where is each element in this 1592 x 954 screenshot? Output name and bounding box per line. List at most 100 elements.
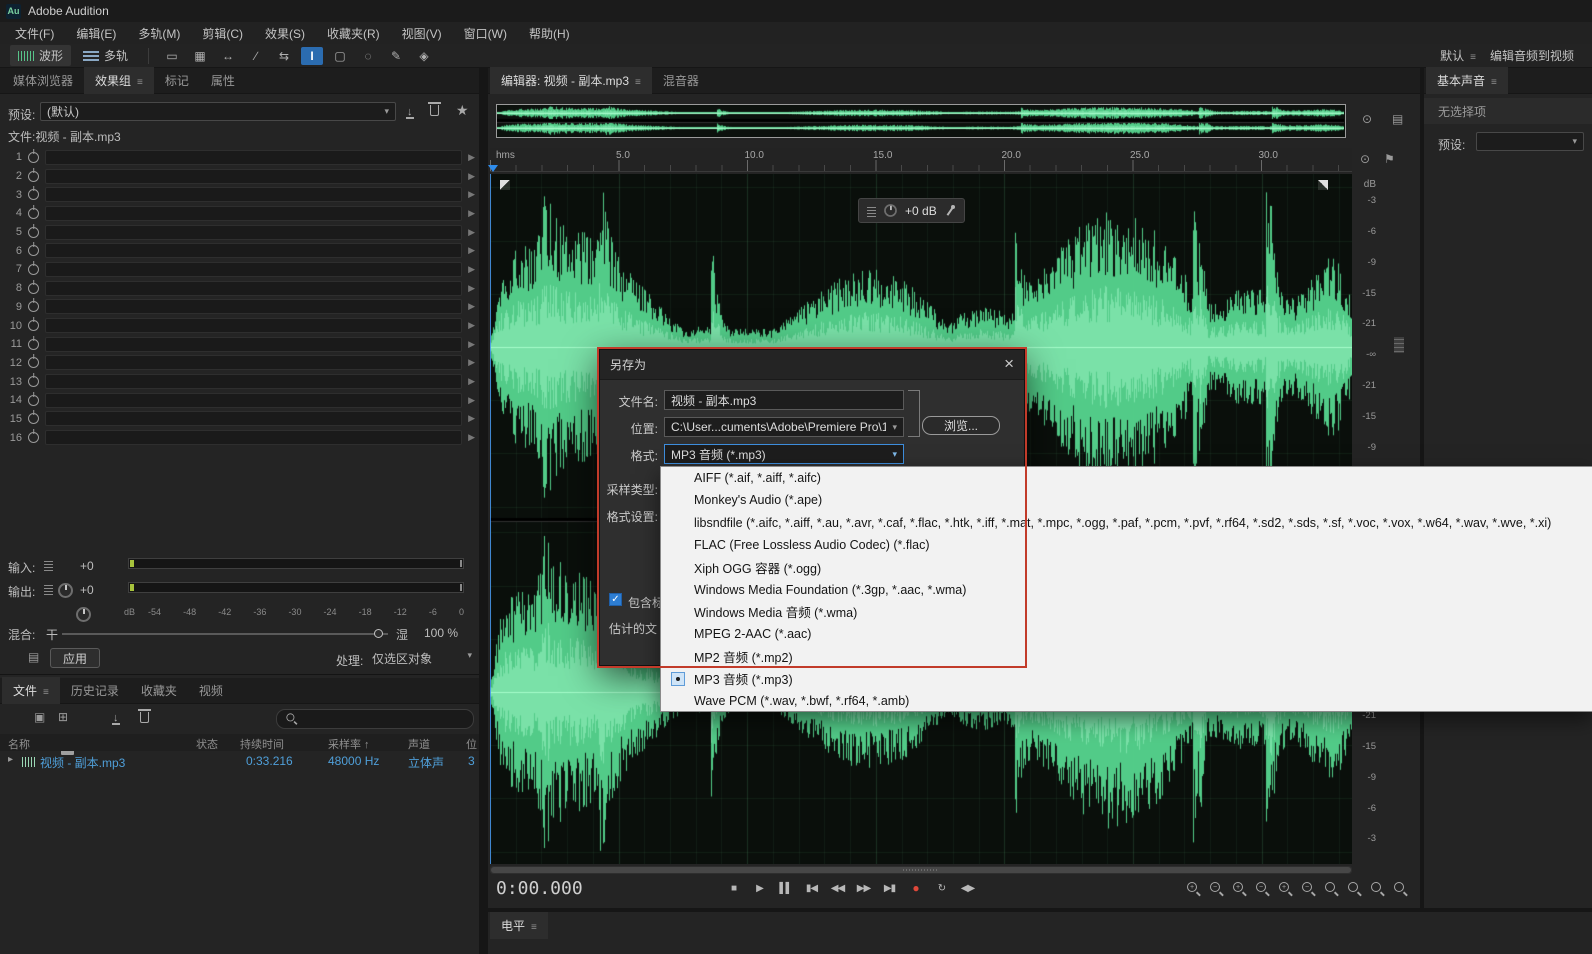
format-select[interactable]: MP3 音频 (*.mp3)▾ bbox=[664, 444, 904, 464]
rack-slot-field[interactable] bbox=[45, 169, 462, 184]
mix-slider-handle[interactable] bbox=[374, 629, 383, 638]
record-button[interactable]: ● bbox=[904, 878, 927, 898]
slot-arrow-icon[interactable]: ▶ bbox=[468, 432, 475, 443]
rack-slot-field[interactable] bbox=[45, 262, 462, 277]
power-icon[interactable] bbox=[28, 152, 39, 163]
menu-item[interactable]: 帮助(H) bbox=[518, 22, 581, 45]
razor-tool[interactable]: ∕ bbox=[245, 47, 267, 65]
tab-media-browser[interactable]: 媒体浏览器 bbox=[2, 67, 84, 94]
tab-levels[interactable]: 电平≡ bbox=[490, 912, 548, 939]
spot-healing-brush-tool[interactable]: ◈ bbox=[413, 47, 435, 65]
tab-effects-rack[interactable]: 效果组≡ bbox=[84, 67, 154, 94]
zoom-in-time-button[interactable]: + bbox=[1233, 882, 1247, 896]
tab-essential-sound[interactable]: 基本声音≡ bbox=[1426, 67, 1508, 94]
format-option[interactable]: Monkey's Audio (*.ape) bbox=[661, 489, 1592, 511]
slot-arrow-icon[interactable]: ▶ bbox=[468, 264, 475, 275]
menu-item[interactable]: 多轨(M) bbox=[127, 22, 191, 45]
column-header-channels[interactable]: 声道 bbox=[408, 736, 430, 752]
rack-slot[interactable]: 5 ▶ bbox=[0, 223, 479, 242]
rack-slot-field[interactable] bbox=[45, 187, 462, 202]
input-gain-knob[interactable] bbox=[58, 583, 73, 598]
workspace-menu-icon[interactable]: ≡ bbox=[1470, 52, 1476, 63]
rack-slot[interactable]: 8 ▶ bbox=[0, 279, 479, 298]
workspace-switcher[interactable]: 默认≡ bbox=[1440, 47, 1476, 64]
rack-slot-field[interactable] bbox=[45, 281, 462, 296]
mix-slider-track[interactable] bbox=[62, 633, 388, 635]
output-gain-knob[interactable] bbox=[76, 607, 91, 622]
slot-arrow-icon[interactable]: ▶ bbox=[468, 152, 475, 163]
slot-arrow-icon[interactable]: ▶ bbox=[468, 227, 475, 238]
save-preset-icon[interactable]: ↓ bbox=[406, 104, 414, 119]
zoom-selection-left-button[interactable] bbox=[1348, 882, 1362, 896]
loop-playback-button[interactable]: ↻ bbox=[930, 878, 953, 898]
zoom-to-selection-button[interactable] bbox=[1325, 882, 1339, 896]
panel-menu-icon[interactable]: ≡ bbox=[531, 922, 537, 933]
column-header-duration[interactable]: 持续时间 bbox=[240, 736, 284, 752]
column-header-status[interactable]: 状态 bbox=[196, 736, 218, 752]
waveform-view-button[interactable]: 波形 bbox=[10, 45, 71, 66]
format-option[interactable]: Windows Media 音频 (*.wma) bbox=[661, 601, 1592, 623]
apply-button[interactable]: 应用 bbox=[50, 648, 100, 668]
import-icon[interactable]: ↓ bbox=[112, 710, 120, 725]
rack-slot-field[interactable] bbox=[45, 355, 462, 370]
format-option[interactable]: libsndfile (*.aifc, *.aiff, *.au, *.avr,… bbox=[661, 512, 1592, 534]
power-icon[interactable] bbox=[28, 171, 39, 182]
rack-slot[interactable]: 4 ▶ bbox=[0, 204, 479, 223]
slot-arrow-icon[interactable]: ▶ bbox=[468, 208, 475, 219]
rack-slot-field[interactable] bbox=[45, 374, 462, 389]
rack-slot-field[interactable] bbox=[45, 337, 462, 352]
rack-slot[interactable]: 14 ▶ bbox=[0, 391, 479, 410]
hud-volume-knob[interactable] bbox=[884, 204, 897, 217]
power-icon[interactable] bbox=[28, 301, 39, 312]
format-option[interactable]: MP2 音频 (*.mp2) bbox=[661, 645, 1592, 667]
power-icon[interactable] bbox=[28, 320, 39, 331]
process-select[interactable]: 仅选区对象▾ bbox=[372, 650, 472, 667]
power-icon[interactable] bbox=[28, 208, 39, 219]
format-option[interactable]: Xiph OGG 容器 (*.ogg) bbox=[661, 556, 1592, 578]
slot-arrow-icon[interactable]: ▶ bbox=[468, 320, 475, 331]
zoom-selection-right-button[interactable] bbox=[1371, 882, 1385, 896]
slot-arrow-icon[interactable]: ▶ bbox=[468, 189, 475, 200]
horizontal-scrollbar[interactable] bbox=[490, 866, 1352, 874]
marker-flag-icon[interactable]: ⚑ bbox=[1384, 152, 1395, 166]
rack-slot-field[interactable] bbox=[45, 225, 462, 240]
media-item-icon[interactable]: ▣ bbox=[34, 710, 45, 724]
rack-slot[interactable]: 3 ▶ bbox=[0, 185, 479, 204]
rack-slot[interactable]: 12 ▶ bbox=[0, 354, 479, 373]
es-preset-select[interactable]: ▾ bbox=[1476, 132, 1584, 151]
move-tool[interactable]: ↔ bbox=[217, 47, 239, 65]
scroll-lock-icon[interactable]: ⊙ bbox=[1362, 112, 1372, 126]
monitor-icon[interactable]: ▭ bbox=[161, 47, 183, 65]
search-input[interactable] bbox=[276, 709, 474, 729]
power-icon[interactable] bbox=[28, 357, 39, 368]
slot-arrow-icon[interactable]: ▶ bbox=[468, 283, 475, 294]
zoom-out-time-button[interactable]: − bbox=[1256, 882, 1270, 896]
row-expand-icon[interactable]: ▸ bbox=[8, 754, 13, 765]
zoom-out-button[interactable]: − bbox=[1210, 882, 1224, 896]
tab-video[interactable]: 视频 bbox=[188, 677, 234, 704]
rack-slot-field[interactable] bbox=[45, 318, 462, 333]
rack-slot-field[interactable] bbox=[45, 411, 462, 426]
menu-item[interactable]: 收藏夹(R) bbox=[316, 22, 391, 45]
slot-arrow-icon[interactable]: ▶ bbox=[468, 245, 475, 256]
fade-in-handle[interactable] bbox=[500, 180, 510, 190]
tab-history[interactable]: 历史记录 bbox=[60, 677, 130, 704]
column-header-name[interactable]: 名称 bbox=[8, 736, 30, 752]
menu-item[interactable]: 编辑(E) bbox=[65, 22, 127, 45]
clock-icon[interactable]: ⊙ bbox=[1360, 152, 1370, 166]
play-button[interactable]: ▶ bbox=[748, 878, 771, 898]
skip-selection-button[interactable]: ◀▶ bbox=[956, 878, 979, 898]
tab-markers[interactable]: 标记 bbox=[154, 67, 200, 94]
slot-arrow-icon[interactable]: ▶ bbox=[468, 376, 475, 387]
slot-arrow-icon[interactable]: ▶ bbox=[468, 171, 475, 182]
menu-item[interactable]: 效果(S) bbox=[254, 22, 316, 45]
rack-slot[interactable]: 1 ▶ bbox=[0, 148, 479, 167]
format-option[interactable]: MPEG 2-AAC (*.aac) bbox=[661, 623, 1592, 645]
power-icon[interactable] bbox=[28, 245, 39, 256]
rack-slot-field[interactable] bbox=[45, 150, 462, 165]
tab-files[interactable]: 文件≡ bbox=[2, 677, 60, 704]
power-icon[interactable] bbox=[28, 432, 39, 443]
marquee-selection-tool[interactable]: ▢ bbox=[329, 47, 351, 65]
task-workspace-label[interactable]: 编辑音频到视频 bbox=[1490, 47, 1574, 64]
menu-item[interactable]: 剪辑(C) bbox=[191, 22, 254, 45]
